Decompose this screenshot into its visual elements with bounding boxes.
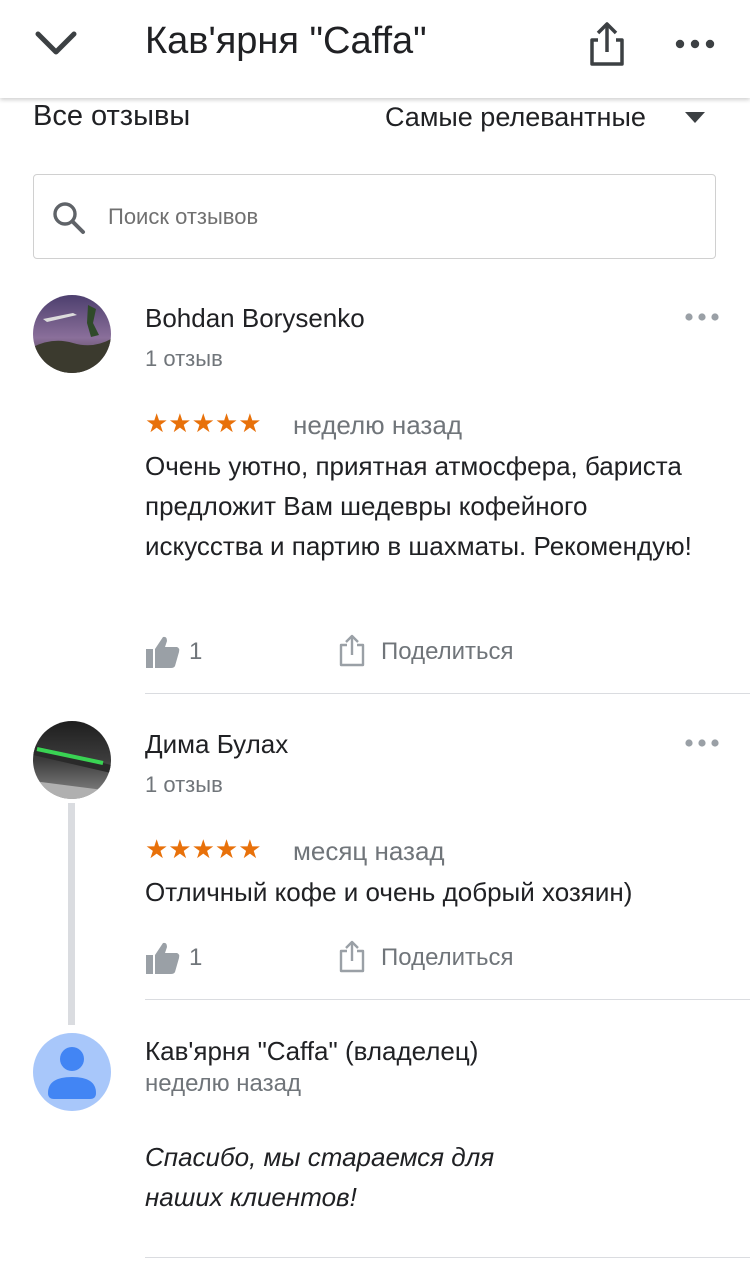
share-review-button[interactable]: Поделиться — [339, 939, 539, 979]
all-reviews-heading: Все отзывы — [33, 100, 191, 132]
review-date: месяц назад — [293, 836, 445, 866]
like-button[interactable]: 1 — [145, 633, 215, 673]
search-input[interactable] — [106, 195, 700, 239]
divider — [145, 999, 750, 1000]
avatar[interactable] — [33, 295, 111, 373]
owner-name: Кав'ярня "Caffa" (владелец) — [145, 1036, 479, 1066]
share-icon — [339, 634, 365, 667]
like-button[interactable]: 1 — [145, 939, 215, 979]
thumbs-up-icon — [146, 636, 180, 668]
sort-dropdown[interactable]: Самые релевантные — [385, 102, 715, 138]
page-title: Кав'ярня "Caffa" — [145, 20, 427, 62]
app-header: Кав'ярня "Caffa" — [0, 0, 750, 98]
like-count: 1 — [189, 944, 203, 971]
review-author[interactable]: Дима Булах — [145, 729, 288, 760]
review-count: 1 отзыв — [145, 772, 223, 797]
review-author[interactable]: Bohdan Borysenko — [145, 303, 365, 334]
share-icon — [339, 940, 365, 973]
sort-label: Самые релевантные — [385, 102, 646, 132]
search-icon — [53, 202, 85, 234]
owner-reply-date: неделю назад — [145, 1070, 301, 1097]
review-date: неделю назад — [293, 410, 462, 440]
owner-reply-text: Спасибо, мы стараемся для наших клиентов… — [145, 1142, 495, 1212]
share-button[interactable] — [584, 20, 630, 68]
search-box[interactable] — [33, 174, 716, 259]
review-more-button[interactable] — [683, 733, 723, 753]
caret-down-icon — [685, 112, 705, 123]
chevron-down-icon — [35, 31, 77, 55]
owner-avatar — [33, 1033, 111, 1111]
review-count: 1 отзыв — [145, 346, 223, 371]
divider — [145, 693, 750, 694]
avatar-photo — [33, 295, 111, 373]
review-more-button[interactable] — [683, 307, 723, 327]
person-icon — [48, 1047, 96, 1099]
reply-thread-line — [68, 803, 75, 1025]
more-horizontal-icon — [685, 313, 719, 321]
back-button[interactable] — [30, 22, 82, 66]
avatar[interactable] — [33, 721, 111, 799]
share-label: Поделиться — [381, 944, 514, 971]
more-options-button[interactable] — [672, 24, 718, 64]
divider — [145, 1257, 750, 1258]
thumbs-up-icon — [146, 942, 180, 974]
star-rating: ★★★★★ — [145, 408, 262, 438]
like-count: 1 — [189, 638, 203, 665]
share-label: Поделиться — [381, 638, 514, 665]
star-rating: ★★★★★ — [145, 834, 262, 864]
more-horizontal-icon — [675, 39, 715, 49]
review-text: Очень уютно, приятная атмосфера, бариста… — [145, 451, 692, 561]
more-horizontal-icon — [685, 739, 719, 747]
avatar-photo — [33, 721, 111, 799]
review-text: Отличный кофе и очень добрый хозяин) — [145, 877, 633, 907]
share-review-button[interactable]: Поделиться — [339, 633, 539, 673]
share-icon — [590, 22, 624, 66]
